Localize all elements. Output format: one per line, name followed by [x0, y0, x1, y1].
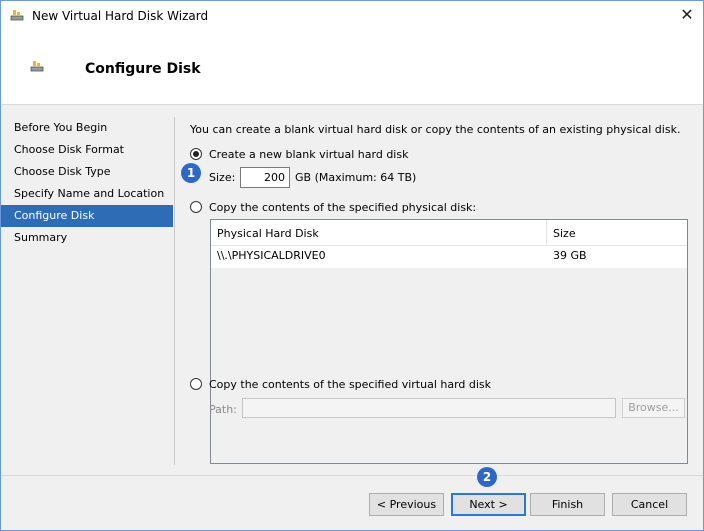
path-label: Path: — [209, 403, 237, 416]
size-unit-text: GB (Maximum: 64 TB) — [295, 171, 417, 184]
previous-button[interactable]: < Previous — [369, 493, 444, 516]
physical-disk-list[interactable]: Physical Hard Disk Size \\.\PHYSICALDRIV… — [210, 219, 688, 464]
nav-item-choose-disk-format[interactable]: Choose Disk Format — [1, 139, 173, 161]
physical-disk-size: 39 GB — [553, 249, 587, 262]
configure-disk-panel: You can create a blank virtual hard disk… — [175, 105, 703, 475]
next-button[interactable]: Next > — [451, 493, 526, 516]
cancel-button[interactable]: Cancel — [612, 493, 687, 516]
hard-disk-icon — [30, 60, 44, 72]
wizard-window: New Virtual Hard Disk Wizard ✕ Configure… — [0, 0, 704, 531]
nav-item-specify-name-location[interactable]: Specify Name and Location — [1, 183, 173, 205]
radio-new-blank-disk[interactable] — [190, 148, 202, 160]
window-title: New Virtual Hard Disk Wizard — [32, 9, 209, 23]
browse-button[interactable]: Browse... — [622, 398, 685, 418]
radio-copy-virtual-disk-label: Copy the contents of the specified virtu… — [209, 378, 492, 391]
radio-copy-physical-disk[interactable] — [190, 201, 202, 213]
column-header-size[interactable]: Size — [553, 227, 576, 240]
footer-divider — [1, 475, 703, 476]
column-separator[interactable] — [546, 220, 547, 246]
finish-button[interactable]: Finish — [530, 493, 605, 516]
wizard-header: Configure Disk — [1, 31, 703, 105]
table-row[interactable]: \\.\PHYSICALDRIVE0 39 GB — [211, 246, 687, 268]
column-header-physical-hard-disk[interactable]: Physical Hard Disk — [217, 227, 319, 240]
close-button[interactable]: ✕ — [673, 4, 701, 28]
physical-disk-name: \\.\PHYSICALDRIVE0 — [217, 249, 326, 262]
step-badge-2: 2 — [476, 466, 498, 488]
nav-item-summary[interactable]: Summary — [1, 227, 173, 249]
nav-item-configure-disk[interactable]: Configure Disk — [1, 205, 173, 227]
path-input[interactable] — [242, 398, 616, 418]
radio-copy-virtual-disk[interactable] — [190, 378, 202, 390]
nav-item-choose-disk-type[interactable]: Choose Disk Type — [1, 161, 173, 183]
hard-disk-icon — [10, 9, 24, 21]
radio-new-blank-disk-label: Create a new blank virtual hard disk — [209, 148, 409, 161]
nav-item-before-you-begin[interactable]: Before You Begin — [1, 117, 173, 139]
radio-copy-physical-disk-label: Copy the contents of the specified physi… — [209, 201, 477, 214]
step-badge-1: 1 — [180, 162, 202, 184]
list-header: Physical Hard Disk Size — [211, 220, 687, 246]
size-label: Size: — [209, 171, 236, 184]
page-title: Configure Disk — [85, 61, 201, 77]
title-bar: New Virtual Hard Disk Wizard ✕ — [1, 1, 703, 31]
wizard-steps-nav: Before You Begin Choose Disk Format Choo… — [1, 117, 173, 249]
intro-text: You can create a blank virtual hard disk… — [190, 123, 681, 136]
size-input[interactable]: 200 — [240, 167, 290, 188]
